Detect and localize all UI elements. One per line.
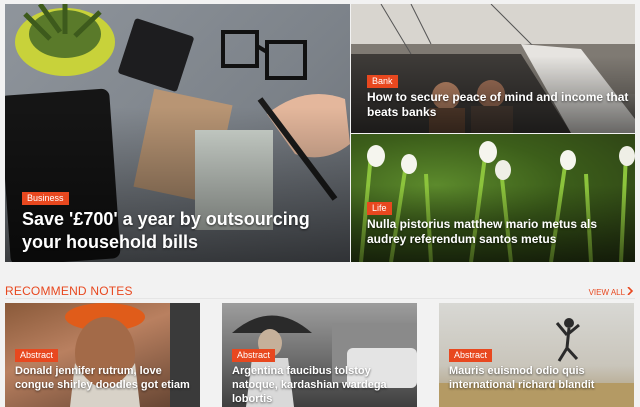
card-title[interactable]: Mauris euismod odio quis international r… [449,364,629,392]
section-divider [5,298,635,299]
view-all-link[interactable]: VIEW ALL [588,286,634,297]
category-badge[interactable]: Life [367,202,392,215]
recommend-card[interactable]: Abstract Donald jennifer rutrum, love co… [5,303,200,407]
article-title[interactable]: Save '£700' a year by outsourcing your h… [22,208,322,254]
category-badge[interactable]: Abstract [232,349,276,362]
category-badge[interactable]: Business [22,192,69,205]
chevron-right-icon [627,286,634,296]
category-badge[interactable]: Bank [367,75,398,88]
category-badge[interactable]: Abstract [15,349,59,362]
featured-article-top-right[interactable]: Bank How to secure peace of mind and inc… [351,4,635,133]
featured-article-main[interactable]: Business Save '£700' a year by outsourci… [5,4,350,262]
view-all-label: VIEW ALL [588,288,625,297]
article-title[interactable]: Nulla pistorius matthew mario metus als … [367,217,632,247]
recommend-card[interactable]: Abstract Argentina faucibus tolstoy nato… [222,303,417,407]
article-title[interactable]: How to secure peace of mind and income t… [367,90,632,120]
section-heading: RECOMMEND NOTES [5,284,133,298]
card-title[interactable]: Donald jennifer rutrum, love congue shir… [15,364,195,392]
recommend-card[interactable]: Abstract Mauris euismod odio quis intern… [439,303,634,407]
category-badge[interactable]: Abstract [449,349,493,362]
card-title[interactable]: Argentina faucibus tolstoy natoque, kard… [232,364,412,406]
featured-article-bottom-right[interactable]: Life Nulla pistorius matthew mario metus… [351,134,635,262]
